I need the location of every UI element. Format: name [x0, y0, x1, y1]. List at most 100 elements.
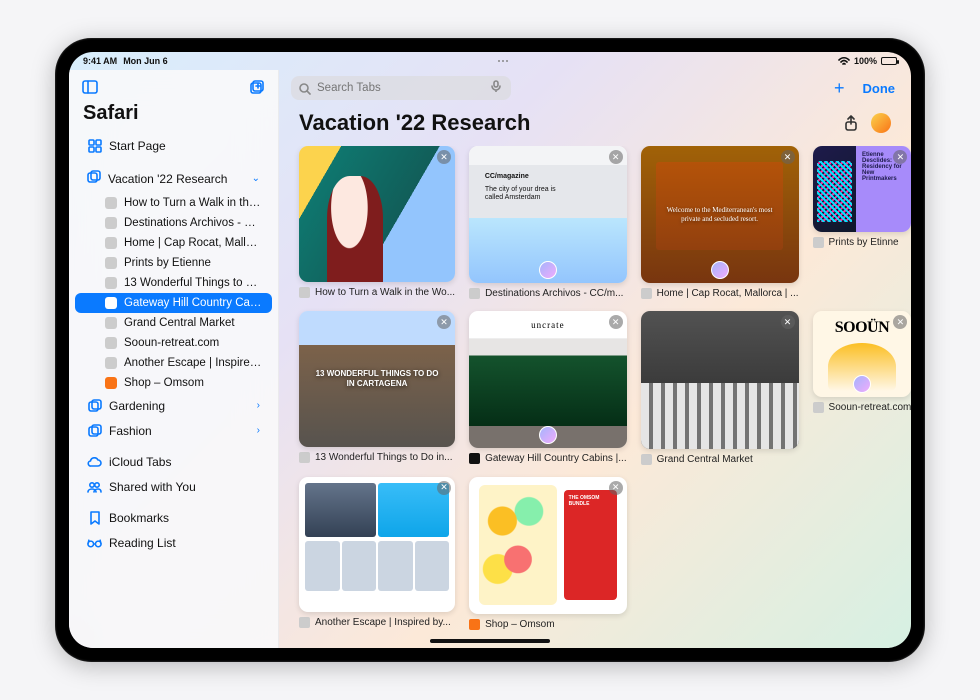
- share-icon[interactable]: [841, 113, 861, 133]
- favicon: [469, 453, 480, 464]
- favicon: [469, 288, 480, 299]
- shared-by-avatar: [853, 375, 871, 393]
- search-icon: [299, 82, 311, 94]
- sidebar: Safari Start Page Vacation '22 Research …: [69, 70, 279, 648]
- tab-thumbnail: THE OMSOM BUNDLE✕: [469, 477, 627, 614]
- sidebar-item-label: Start Page: [109, 139, 260, 153]
- home-indicator[interactable]: [430, 639, 550, 643]
- tab-card[interactable]: Welcome to the Mediterranean's most priv…: [641, 146, 799, 299]
- sidebar-tab-item[interactable]: Sooun-retreat.com: [75, 333, 272, 353]
- sidebar-bookmarks[interactable]: Bookmarks: [73, 505, 274, 530]
- tab-thumbnail: 13 WONDERFUL THINGS TO DO IN CARTAGENA✕: [299, 311, 455, 447]
- tab-thumbnail: uncrate✕: [469, 311, 627, 448]
- favicon: [105, 277, 117, 289]
- sidebar-tab-item[interactable]: Home | Cap Rocat, Mallorc...: [75, 233, 272, 253]
- close-tab-icon[interactable]: ✕: [781, 150, 795, 164]
- sidebar-group-fashion[interactable]: Fashion ›: [73, 418, 274, 443]
- mic-icon[interactable]: [491, 79, 503, 97]
- favicon: [299, 287, 310, 298]
- favicon: [299, 617, 310, 628]
- sidebar-toggle-icon[interactable]: [79, 76, 101, 98]
- group-header: Vacation '22 Research: [279, 106, 911, 146]
- favicon: [105, 217, 117, 229]
- sidebar-tab-item[interactable]: Prints by Etienne: [75, 253, 272, 273]
- tab-title: Prints by Etinne: [829, 237, 899, 248]
- sidebar-icloud-tabs[interactable]: iCloud Tabs: [73, 449, 274, 474]
- status-date: Mon Jun 6: [123, 56, 168, 66]
- close-tab-icon[interactable]: ✕: [781, 315, 795, 329]
- tab-thumbnail: Welcome to the Mediterranean's most priv…: [641, 146, 799, 283]
- favicon: [813, 237, 824, 248]
- tab-title: Gateway Hill Country Cabins |...: [485, 453, 627, 464]
- glasses-icon: [87, 535, 102, 550]
- tab-thumbnail: ✕: [299, 477, 455, 613]
- sidebar-shared-with-you[interactable]: Shared with You: [73, 474, 274, 499]
- sidebar-reading-list[interactable]: Reading List: [73, 530, 274, 555]
- shared-by-avatar: [539, 426, 557, 444]
- tab-card[interactable]: SOOÜN✕ Sooun-retreat.com: [813, 311, 911, 464]
- sidebar-start-page[interactable]: Start Page: [73, 133, 274, 158]
- search-tabs-field[interactable]: [291, 76, 511, 100]
- tab-card[interactable]: CC/magazineThe city of your drea is call…: [469, 146, 627, 299]
- status-time: 9:41 AM: [83, 56, 117, 66]
- sidebar-group-vacation[interactable]: Vacation '22 Research ⌄: [73, 164, 274, 193]
- tab-title: Home | Cap Rocat, Mallorca | ...: [657, 288, 799, 299]
- battery-icon: [881, 57, 897, 65]
- new-tab-group-icon[interactable]: [246, 76, 268, 98]
- favicon: [105, 297, 117, 309]
- sidebar-tab-item[interactable]: 13 Wonderful Things to Do...: [75, 273, 272, 293]
- favicon: [105, 237, 117, 249]
- done-button[interactable]: Done: [859, 79, 900, 98]
- favicon: [299, 452, 310, 463]
- sidebar-tab-item[interactable]: How to Turn a Walk in the ...: [75, 193, 272, 213]
- tab-card[interactable]: THE OMSOM BUNDLE✕ Shop – Omsom: [469, 477, 627, 630]
- favicon: [105, 257, 117, 269]
- tab-thumbnail: ✕: [641, 311, 799, 448]
- chevron-right-icon: ›: [257, 425, 260, 436]
- sidebar-tab-item[interactable]: Grand Central Market: [75, 313, 272, 333]
- tab-thumbnail: CC/magazineThe city of your drea is call…: [469, 146, 627, 283]
- close-tab-icon[interactable]: ✕: [437, 481, 451, 495]
- tab-thumbnail: ✕: [299, 146, 455, 282]
- tab-card[interactable]: ✕ Another Escape | Inspired by...: [299, 477, 455, 630]
- tab-card[interactable]: uncrate✕ Gateway Hill Country Cabins |..…: [469, 311, 627, 464]
- ipad-device-frame: 9:41 AM Mon Jun 6 100% Safari Start Page: [55, 38, 925, 662]
- favicon: [641, 288, 652, 299]
- collaborator-avatar[interactable]: [871, 113, 891, 133]
- favicon: [105, 317, 117, 329]
- status-bar: 9:41 AM Mon Jun 6 100%: [69, 52, 911, 70]
- tabs-stack-icon: [87, 398, 102, 413]
- tab-title: Sooun-retreat.com: [829, 402, 911, 413]
- tab-title: Shop – Omsom: [485, 619, 554, 630]
- main-area: + Done Vacation '22 Research ✕ How to Tu…: [279, 70, 911, 648]
- tab-card[interactable]: ✕ How to Turn a Walk in the Wo...: [299, 146, 455, 299]
- cloud-icon: [87, 454, 102, 469]
- close-tab-icon[interactable]: ✕: [437, 150, 451, 164]
- tab-card[interactable]: ✕ Grand Central Market: [641, 311, 799, 464]
- grid-icon: [87, 138, 102, 153]
- tab-title: Grand Central Market: [657, 454, 753, 465]
- sidebar-group-gardening[interactable]: Gardening ›: [73, 393, 274, 418]
- new-tab-button[interactable]: +: [828, 78, 851, 99]
- shared-by-avatar: [539, 261, 557, 279]
- favicon: [641, 454, 652, 465]
- favicon: [469, 619, 480, 630]
- tab-card[interactable]: Etienne Desclides: Residency for New Pri…: [813, 146, 911, 299]
- wifi-icon: [838, 56, 850, 66]
- sidebar-tab-item-selected[interactable]: Gateway Hill Country Cabi...: [75, 293, 272, 313]
- close-tab-icon[interactable]: ✕: [609, 150, 623, 164]
- sidebar-tab-item[interactable]: Destinations Archivos - CC...: [75, 213, 272, 233]
- close-tab-icon[interactable]: ✕: [609, 481, 623, 495]
- favicon: [105, 337, 117, 349]
- tab-title: Destinations Archivos - CC/m...: [485, 288, 623, 299]
- sidebar-tab-item[interactable]: Shop – Omsom: [75, 373, 272, 393]
- favicon: [105, 197, 117, 209]
- close-tab-icon[interactable]: ✕: [609, 315, 623, 329]
- sidebar-tab-item[interactable]: Another Escape | Inspired...: [75, 353, 272, 373]
- tab-card[interactable]: 13 WONDERFUL THINGS TO DO IN CARTAGENA✕ …: [299, 311, 455, 464]
- multitask-dots[interactable]: [498, 60, 508, 62]
- tab-title: How to Turn a Walk in the Wo...: [315, 287, 455, 298]
- search-input[interactable]: [317, 82, 485, 94]
- app-title: Safari: [69, 100, 278, 133]
- screen: 9:41 AM Mon Jun 6 100% Safari Start Page: [69, 52, 911, 648]
